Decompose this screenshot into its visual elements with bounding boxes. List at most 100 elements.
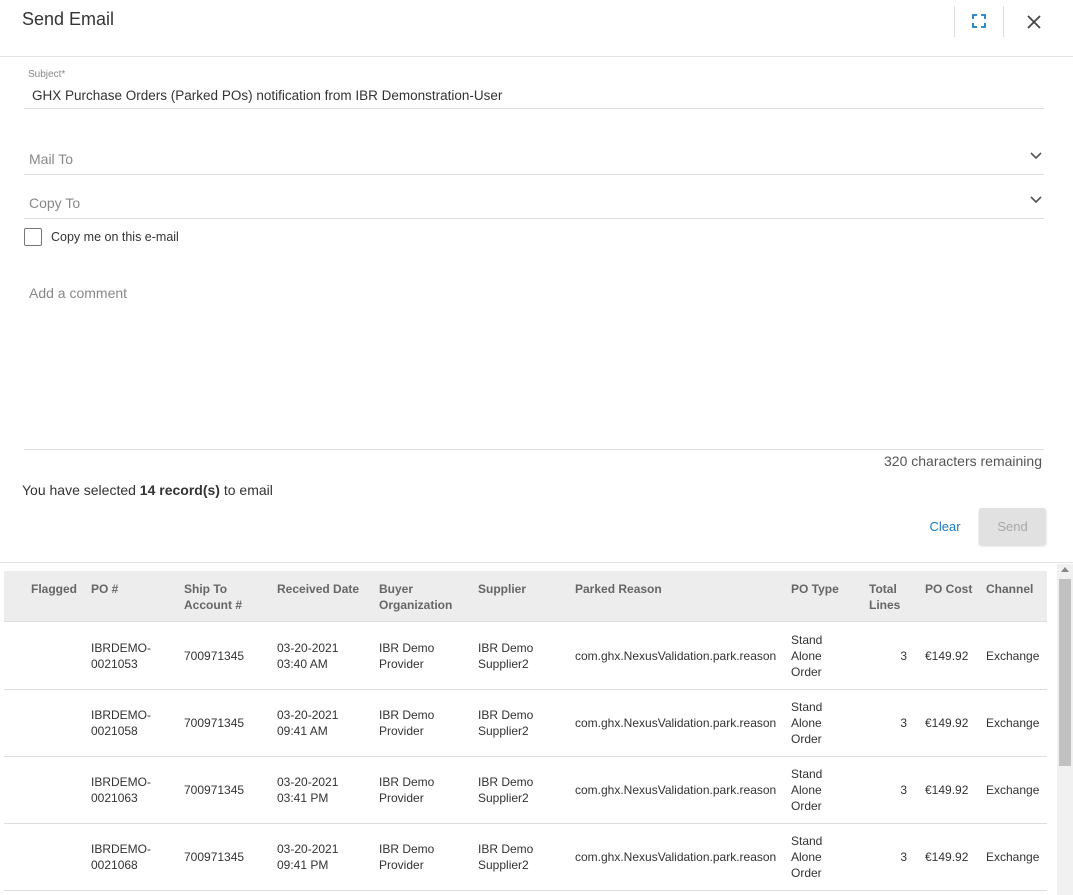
- cell-channel: Exchange: [986, 850, 1040, 864]
- cell-po-type: Stand Alone Order: [791, 833, 822, 881]
- close-icon: [1027, 15, 1041, 29]
- cell-received-date: 03-20-2021 03:40 AM: [277, 640, 338, 672]
- column-header-buyer[interactable]: Buyer Organization: [379, 581, 452, 613]
- cell-text: 0021058: [91, 724, 138, 738]
- column-header-lines[interactable]: Total Lines: [869, 581, 900, 613]
- cell-text: Provider: [379, 858, 424, 872]
- table-scrollbar[interactable]: [1057, 564, 1073, 895]
- section-divider: [0, 562, 1073, 563]
- column-header-line: Organization: [379, 598, 453, 612]
- column-header-line: Lines: [869, 598, 901, 612]
- cell-text: Supplier2: [478, 724, 529, 738]
- dialog-title: Send Email: [22, 9, 115, 29]
- copy-to-placeholder: Copy To: [29, 195, 81, 211]
- close-button[interactable]: [1020, 8, 1048, 36]
- cell-supplier: IBR Demo Supplier2: [478, 640, 533, 672]
- cell-buyer: IBR Demo Provider: [379, 774, 434, 806]
- cell-text: 0021068: [91, 858, 138, 872]
- cell-text: Supplier2: [478, 858, 529, 872]
- cell-text: Provider: [379, 791, 424, 805]
- cell-supplier: IBR Demo Supplier2: [478, 707, 533, 739]
- cell-text: 03-20-2021: [277, 641, 339, 655]
- cell-text: IBRDEMO-: [91, 641, 151, 655]
- cell-account: 700971345: [184, 783, 245, 797]
- column-header-supplier[interactable]: Supplier: [478, 581, 526, 597]
- expand-button[interactable]: [966, 8, 992, 34]
- column-header-received[interactable]: Received Date: [277, 581, 359, 597]
- table-row[interactable]: IBRDEMO- 0021053 700971345 03-20-2021 03…: [4, 623, 1047, 690]
- comment-textarea[interactable]: [24, 280, 1044, 450]
- column-header-line: Ship To: [184, 582, 228, 596]
- cell-text: IBR Demo: [379, 641, 435, 655]
- cell-text: 0021053: [91, 657, 138, 671]
- column-header-line: Account #: [184, 598, 243, 612]
- cell-po-type: Stand Alone Order: [791, 699, 822, 747]
- column-header-channel[interactable]: Channel: [986, 581, 1033, 597]
- column-header-reason[interactable]: Parked Reason: [575, 581, 662, 597]
- cell-text: 03:40 AM: [277, 657, 328, 671]
- cell-text: IBRDEMO-: [91, 775, 151, 789]
- cell-text: Alone: [791, 850, 822, 864]
- subject-underline: [24, 108, 1044, 109]
- cell-text: 09:41 PM: [277, 858, 329, 872]
- send-button[interactable]: Send: [979, 508, 1046, 545]
- cell-po-cost: €149.92: [925, 716, 969, 730]
- chevron-down-icon: [1030, 196, 1042, 204]
- cell-total-lines: 3: [900, 783, 907, 797]
- cell-received-date: 03-20-2021 09:41 PM: [277, 841, 338, 873]
- copy-to-underline: [24, 218, 1044, 219]
- selection-count: 14 record(s): [139, 482, 220, 498]
- scroll-thumb[interactable]: [1059, 579, 1071, 766]
- cell-channel: Exchange: [986, 783, 1040, 797]
- cell-text: IBR Demo: [379, 708, 435, 722]
- cell-text: Alone: [791, 716, 822, 730]
- scroll-up-arrow-icon[interactable]: [1061, 567, 1069, 572]
- header-separator: [954, 6, 955, 37]
- cell-supplier: IBR Demo Supplier2: [478, 841, 533, 873]
- cell-text: IBRDEMO-: [91, 708, 151, 722]
- cell-text: 03:41 PM: [277, 791, 329, 805]
- cell-total-lines: 3: [900, 649, 907, 663]
- cell-po-type: Stand Alone Order: [791, 632, 822, 680]
- cell-text: Alone: [791, 649, 822, 663]
- cell-text: Order: [791, 866, 822, 880]
- column-header-cost[interactable]: PO Cost: [925, 581, 972, 597]
- cell-po-type: Stand Alone Order: [791, 766, 822, 814]
- cell-text: IBR Demo: [379, 775, 435, 789]
- cell-po: IBRDEMO- 0021063: [91, 774, 151, 806]
- cell-text: 0021063: [91, 791, 138, 805]
- cell-text: IBR Demo: [478, 641, 534, 655]
- column-header-flagged[interactable]: Flagged: [31, 581, 77, 597]
- subject-input[interactable]: GHX Purchase Orders (Parked POs) notific…: [32, 88, 502, 103]
- cell-text: Stand: [791, 700, 823, 714]
- column-header-po[interactable]: PO #: [91, 581, 118, 597]
- column-header-type[interactable]: PO Type: [791, 581, 839, 597]
- table-row[interactable]: IBRDEMO- 0021063 700971345 03-20-2021 03…: [4, 757, 1047, 824]
- table-row[interactable]: IBRDEMO- 0021058 700971345 03-20-2021 09…: [4, 690, 1047, 757]
- dialog-header: Send Email: [0, 0, 1073, 57]
- mail-to-select[interactable]: Mail To: [24, 144, 1044, 174]
- cell-received-date: 03-20-2021 03:41 PM: [277, 774, 338, 806]
- cell-account: 700971345: [184, 716, 245, 730]
- copy-to-select[interactable]: Copy To: [24, 188, 1044, 218]
- copy-me-label: Copy me on this e-mail: [51, 230, 179, 244]
- cell-total-lines: 3: [900, 850, 907, 864]
- mail-to-placeholder: Mail To: [29, 151, 74, 167]
- table-row[interactable]: IBRDEMO- 0021068 700971345 03-20-2021 09…: [4, 824, 1047, 891]
- cell-text: IBR Demo: [478, 842, 534, 856]
- cell-text: Provider: [379, 657, 424, 671]
- column-header-ship-to[interactable]: Ship To Account #: [184, 581, 242, 613]
- clear-button[interactable]: Clear: [922, 509, 968, 543]
- cell-text: IBR Demo: [379, 842, 435, 856]
- cell-text: Supplier2: [478, 791, 529, 805]
- subject-label: Subject*: [28, 69, 65, 80]
- records-table: Flagged PO # Ship To Account # Received …: [4, 571, 1047, 895]
- header-separator: [1003, 6, 1004, 37]
- chars-remaining: 320 characters remaining: [884, 453, 1042, 469]
- cell-reason: com.ghx.NexusValidation.park.reason: [575, 783, 777, 797]
- copy-me-checkbox[interactable]: [24, 228, 42, 246]
- cell-reason: com.ghx.NexusValidation.park.reason: [575, 716, 777, 730]
- cell-text: Stand: [791, 834, 823, 848]
- cell-text: 03-20-2021: [277, 842, 339, 856]
- mail-to-underline: [24, 174, 1044, 175]
